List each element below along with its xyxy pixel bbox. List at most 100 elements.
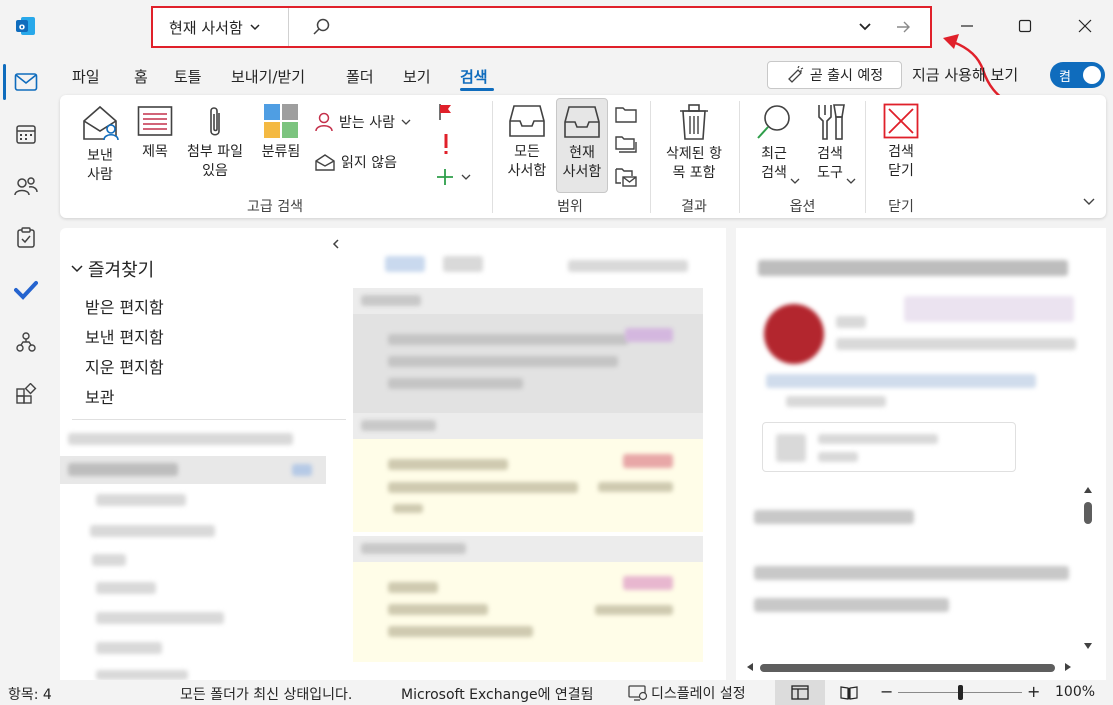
tab-search[interactable]: 검색 (460, 64, 488, 90)
tab-tools[interactable]: 토틀 (174, 64, 202, 90)
folder-inbox[interactable]: 받은 편지함 (85, 294, 164, 318)
list-item-flag-redacted (623, 454, 673, 468)
list-item-redacted (388, 459, 508, 470)
current-mailbox-button[interactable]: 현재 사서함 (556, 98, 608, 193)
zoom-slider-thumb[interactable] (958, 685, 963, 700)
toggle-label: 켬 (1059, 70, 1071, 85)
group-separator (492, 101, 493, 213)
more-criteria-button[interactable] (435, 167, 471, 187)
tab-folder[interactable]: 폴더 (346, 64, 374, 90)
include-deleted-button[interactable]: 삭제된 항목 포함 (658, 103, 730, 183)
to-button[interactable]: 받는 사람 (315, 112, 411, 132)
subject-button[interactable]: 제목 (135, 105, 175, 162)
unread-button[interactable]: 읽지 않음 (315, 152, 397, 172)
tab-send-receive[interactable]: 보내기/받기 (231, 64, 305, 90)
search-tools-button[interactable]: 검색 도구 (804, 103, 856, 184)
ribbon-collapse-chevron-icon[interactable] (1082, 197, 1096, 207)
search-input[interactable] (338, 12, 838, 42)
folder-archive[interactable]: 보관 (85, 384, 114, 408)
reading-view-icon[interactable] (840, 685, 858, 700)
mail-icon[interactable] (8, 64, 44, 100)
item-count: 항목: 4 (8, 687, 52, 703)
all-outlook-items-icon[interactable] (615, 167, 637, 187)
flag-icon[interactable] (438, 103, 454, 121)
tab-file[interactable]: 파일 (72, 64, 100, 90)
group-label-scope: 범위 (557, 199, 583, 215)
people-icon[interactable] (8, 168, 44, 204)
tasks-icon[interactable] (8, 220, 44, 256)
megaphone-icon (787, 66, 804, 83)
try-now-label: 지금 사용해 보기 (912, 66, 1019, 84)
normal-view-icon (791, 685, 809, 700)
scroll-down-icon[interactable] (1083, 642, 1093, 650)
search-icon (313, 18, 330, 35)
scroll-right-icon[interactable] (1064, 662, 1072, 672)
close-button[interactable] (1062, 8, 1108, 44)
sender-redacted (836, 316, 866, 328)
tab-view[interactable]: 보기 (403, 64, 431, 90)
list-item-redacted (388, 604, 488, 615)
close-search-icon (883, 103, 919, 139)
reply-actions-redacted[interactable] (904, 296, 1074, 322)
folder-redacted (92, 554, 126, 566)
person-icon (315, 112, 333, 132)
rail-selection-indicator (3, 64, 6, 100)
chevron-down-icon (250, 24, 260, 31)
collapse-pane-chevron-icon[interactable] (331, 238, 341, 250)
folder-redacted (96, 494, 186, 506)
folder-redacted (96, 642, 162, 654)
outlook-logo-icon: o (8, 8, 44, 44)
subfolders-icon[interactable] (615, 135, 637, 153)
try-now-toggle[interactable]: 켬 (1050, 62, 1105, 88)
subject-lines-icon (137, 106, 173, 136)
list-item-flag-redacted (625, 328, 673, 342)
normal-view-button[interactable] (775, 680, 825, 705)
tab-home[interactable]: 홈 (134, 64, 148, 90)
envelope-person-icon (83, 105, 119, 141)
search-go-arrow-icon[interactable] (895, 19, 911, 35)
categorized-button[interactable]: 분류됨 (256, 103, 306, 162)
recent-searches-button[interactable]: 최근 검색 (748, 103, 800, 184)
group-header-redacted (361, 543, 466, 554)
todo-icon[interactable] (8, 272, 44, 308)
org-explorer-icon[interactable] (8, 324, 44, 360)
all-mailboxes-button[interactable]: 모든 사서함 (503, 103, 551, 181)
group-label-advanced-search: 고급 검색 (247, 199, 303, 215)
folder-count-redacted (292, 464, 312, 476)
group-separator (739, 101, 740, 213)
favorites-header[interactable]: 즐겨찾기 (70, 256, 154, 282)
horizontal-scrollbar-thumb[interactable] (760, 664, 1055, 672)
ribbon: 보낸 사람 제목 첨부 파일 있음 분류됨 받는 사람 읽지 않음 고급 검색 모든… (60, 95, 1106, 218)
scroll-left-icon[interactable] (746, 662, 754, 672)
folder-sent[interactable]: 보낸 편지함 (85, 324, 164, 348)
calendar-icon[interactable] (8, 116, 44, 152)
list-item-redacted (388, 582, 438, 593)
plus-icon (437, 169, 453, 185)
app-rail: o (0, 0, 52, 680)
folder-deleted[interactable]: 지운 편지함 (85, 354, 164, 378)
zoom-out-button[interactable]: − (880, 682, 893, 701)
importance-icon[interactable] (442, 133, 450, 155)
folder-redacted (96, 612, 224, 624)
sent-from-button[interactable]: 보낸 사람 (78, 103, 122, 185)
close-search-button[interactable]: 검색 닫기 (875, 103, 927, 181)
chevron-down-icon (401, 119, 411, 125)
coming-soon-button[interactable]: 곧 출시 예정 (767, 61, 902, 89)
divider (72, 419, 346, 420)
scroll-up-icon[interactable] (1083, 486, 1093, 494)
folder-pane: 즐겨찾기 받은 편지함 보낸 편지함 지운 편지함 보관 (60, 228, 353, 680)
zoom-in-button[interactable]: + (1027, 682, 1040, 701)
search-box: 현재 사서함 (151, 6, 932, 48)
tools-icon (818, 104, 845, 140)
search-options-chevron-icon[interactable] (858, 21, 872, 33)
search-scope-dropdown[interactable]: 현재 사서함 (153, 8, 289, 46)
display-settings-button[interactable]: 디스플레이 설정 (628, 683, 746, 703)
has-attachments-button[interactable]: 첨부 파일 있음 (180, 105, 250, 181)
message-body-redacted (754, 510, 914, 524)
list-item-redacted (393, 504, 423, 513)
message-list (353, 228, 726, 680)
apps-icon[interactable] (8, 376, 44, 412)
sync-status: 모든 폴더가 최신 상태입니다. (180, 687, 353, 703)
vertical-scrollbar-thumb[interactable] (1084, 502, 1092, 524)
current-folder-icon[interactable] (615, 105, 637, 123)
